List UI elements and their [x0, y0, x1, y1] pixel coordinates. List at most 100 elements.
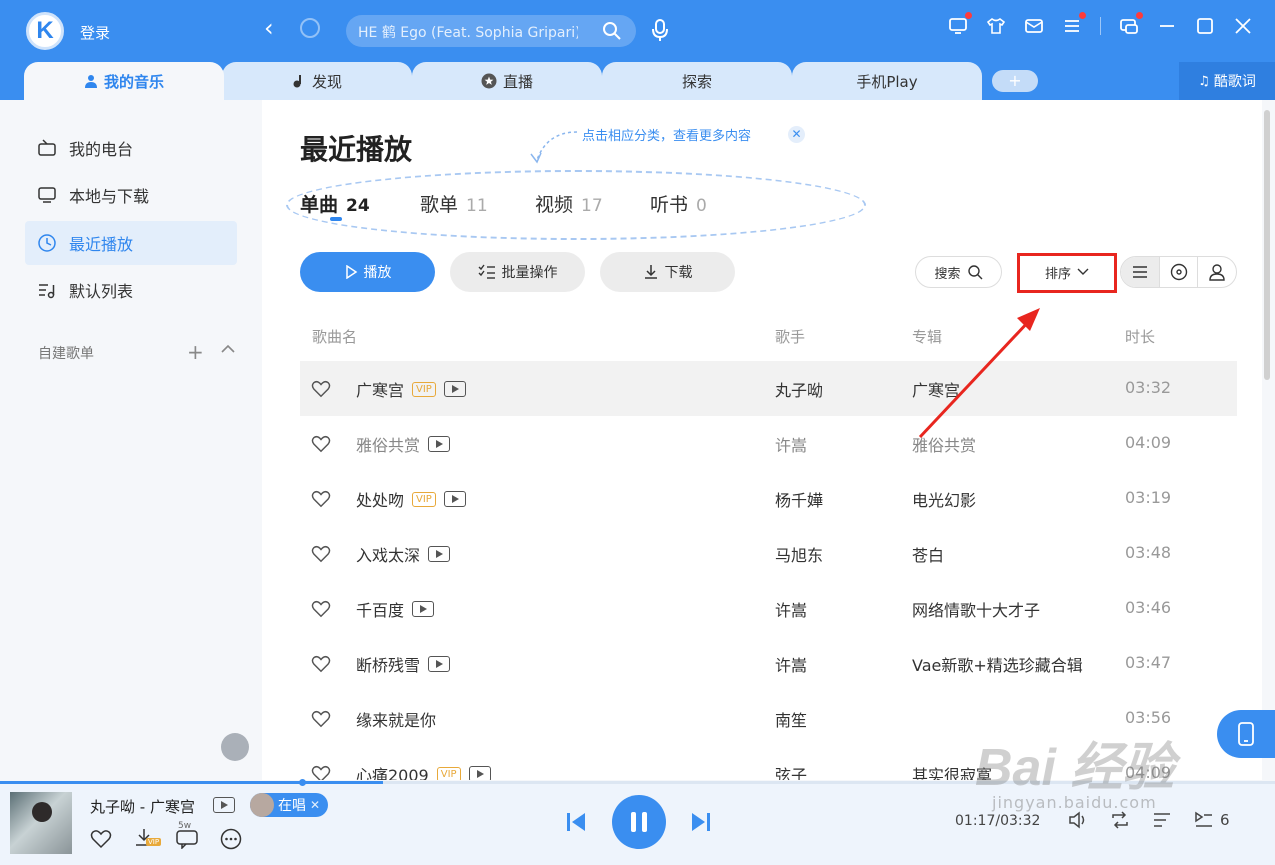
album-cover[interactable]	[10, 792, 72, 854]
column-duration[interactable]: 时长	[1125, 326, 1155, 347]
song-title[interactable]: 断桥残雪	[356, 652, 420, 676]
song-title[interactable]: 心痛2009	[356, 762, 429, 780]
chevron-up-icon[interactable]	[221, 344, 235, 354]
play-all-button[interactable]: 播放	[300, 252, 435, 292]
close-hint-icon[interactable]: ✕	[788, 126, 805, 143]
song-album[interactable]: 雅俗共赏	[912, 432, 976, 456]
column-album[interactable]: 专辑	[912, 326, 942, 347]
song-artist[interactable]: 弦子	[775, 762, 807, 780]
song-album[interactable]: Vae新歌+精选珍藏合辑	[912, 652, 1083, 676]
song-artist[interactable]: 南笙	[775, 707, 807, 731]
category-singles[interactable]: 单曲 24	[300, 190, 370, 217]
search-box[interactable]: HE 鹤 Ego (Feat. Sophia Gripari)	[346, 15, 636, 47]
heart-icon[interactable]	[311, 710, 331, 728]
tab-my-music[interactable]: 我的音乐	[24, 62, 224, 100]
pause-button[interactable]	[612, 795, 666, 849]
search-bubble-icon[interactable]	[221, 733, 249, 761]
song-title[interactable]: 入戏太深	[356, 542, 420, 566]
login-link[interactable]: 登录	[80, 22, 110, 43]
list-view-button[interactable]	[1121, 257, 1159, 287]
tab-live[interactable]: 直播	[412, 62, 602, 100]
heart-icon[interactable]	[311, 545, 331, 563]
sidebar-item-local[interactable]: 本地与下载	[25, 173, 237, 217]
progress-handle[interactable]	[299, 779, 306, 786]
sidebar-item-recent[interactable]: 最近播放	[25, 221, 237, 265]
heart-icon[interactable]	[311, 435, 331, 453]
back-icon[interactable]: ‹	[264, 14, 274, 42]
batch-button[interactable]: 批量操作	[450, 252, 585, 292]
lyrics-tab[interactable]: ♫ 酷歌词	[1179, 62, 1275, 100]
scroll-thumb[interactable]	[1264, 110, 1270, 380]
song-title[interactable]: 缘来就是你	[356, 707, 436, 731]
mv-icon[interactable]	[428, 546, 451, 562]
close-icon[interactable]	[1233, 16, 1253, 36]
menu-icon[interactable]	[1062, 12, 1086, 36]
mv-icon[interactable]	[468, 766, 491, 780]
heart-icon[interactable]	[311, 380, 331, 398]
lyrics-icon[interactable]	[1152, 811, 1172, 829]
volume-icon[interactable]	[1068, 811, 1088, 829]
heart-icon[interactable]	[90, 829, 112, 849]
heart-icon[interactable]	[311, 765, 331, 780]
heart-icon[interactable]	[311, 490, 331, 508]
song-title[interactable]: 处处吻	[356, 487, 404, 511]
tab-explore[interactable]: 探索	[602, 62, 792, 100]
mv-icon[interactable]	[443, 381, 466, 397]
heart-icon[interactable]	[311, 655, 331, 673]
queue-button[interactable]: 6	[1194, 811, 1230, 829]
category-videos[interactable]: 视频 17	[535, 190, 603, 217]
search-icon[interactable]	[602, 21, 622, 41]
now-playing-title[interactable]: 丸子呦 - 广寒宫	[90, 796, 195, 817]
more-icon[interactable]	[220, 828, 242, 850]
previous-icon[interactable]	[565, 811, 587, 833]
song-artist[interactable]: 丸子呦	[775, 377, 823, 401]
song-title[interactable]: 雅俗共赏	[356, 432, 420, 456]
mv-icon[interactable]	[443, 491, 466, 507]
mobile-connect-button[interactable]	[1217, 710, 1275, 758]
minimize-icon[interactable]	[1157, 16, 1177, 36]
table-row[interactable]: 断桥残雪 许嵩 Vae新歌+精选珍藏合辑 03:47	[300, 636, 1237, 691]
song-album[interactable]: 苍白	[912, 542, 944, 566]
refresh-icon[interactable]	[300, 18, 320, 38]
comment-icon[interactable]	[176, 829, 198, 849]
maximize-icon[interactable]	[1195, 16, 1215, 36]
download-button[interactable]: 下载	[600, 252, 735, 292]
scrollbar[interactable]	[1262, 100, 1275, 780]
shirt-icon[interactable]	[986, 16, 1006, 36]
song-title[interactable]: 千百度	[356, 597, 404, 621]
category-playlists[interactable]: 歌单 11	[420, 190, 488, 217]
column-title[interactable]: 歌曲名	[312, 326, 357, 347]
next-icon[interactable]	[690, 811, 712, 833]
song-artist[interactable]: 杨千嬅	[775, 487, 823, 511]
mv-icon[interactable]	[428, 656, 451, 672]
sidebar-item-default-list[interactable]: 默认列表	[25, 268, 237, 312]
artist-view-button[interactable]	[1197, 257, 1236, 287]
miniplayer-icon[interactable]	[1119, 12, 1143, 36]
sidebar-item-radio[interactable]: 我的电台	[25, 126, 237, 170]
song-artist[interactable]: 马旭东	[775, 542, 823, 566]
mv-icon[interactable]	[428, 436, 451, 452]
heart-icon[interactable]	[311, 600, 331, 618]
download-song-button[interactable]: VIP	[134, 827, 162, 851]
search-list-button[interactable]: 搜索	[915, 256, 1002, 288]
mv-icon[interactable]	[213, 797, 235, 813]
close-icon[interactable]: ✕	[310, 798, 320, 812]
mail-icon[interactable]	[1024, 16, 1044, 36]
tab-mobile-play[interactable]: 手机Play	[792, 62, 982, 100]
song-album[interactable]: 电光幻影	[912, 487, 976, 511]
song-artist[interactable]: 许嵩	[775, 432, 807, 456]
sing-button[interactable]: 在唱 ✕	[250, 793, 329, 817]
mic-icon[interactable]	[650, 18, 670, 42]
song-artist[interactable]: 许嵩	[775, 597, 807, 621]
column-artist[interactable]: 歌手	[775, 326, 805, 347]
tv-icon[interactable]	[948, 12, 972, 36]
category-audiobooks[interactable]: 听书 0	[650, 190, 707, 217]
add-tab-button[interactable]: +	[992, 70, 1038, 92]
mv-icon[interactable]	[412, 601, 435, 617]
song-album[interactable]: 网络情歌十大才子	[912, 597, 1040, 621]
table-row[interactable]: 千百度 许嵩 网络情歌十大才子 03:46	[300, 581, 1237, 636]
song-title[interactable]: 广寒宫	[356, 377, 404, 401]
table-row[interactable]: 处处吻 VIP 杨千嬅 电光幻影 03:19	[300, 471, 1237, 526]
song-album[interactable]: 广寒宫	[912, 377, 960, 401]
table-row[interactable]: 雅俗共赏 许嵩 雅俗共赏 04:09	[300, 416, 1237, 471]
